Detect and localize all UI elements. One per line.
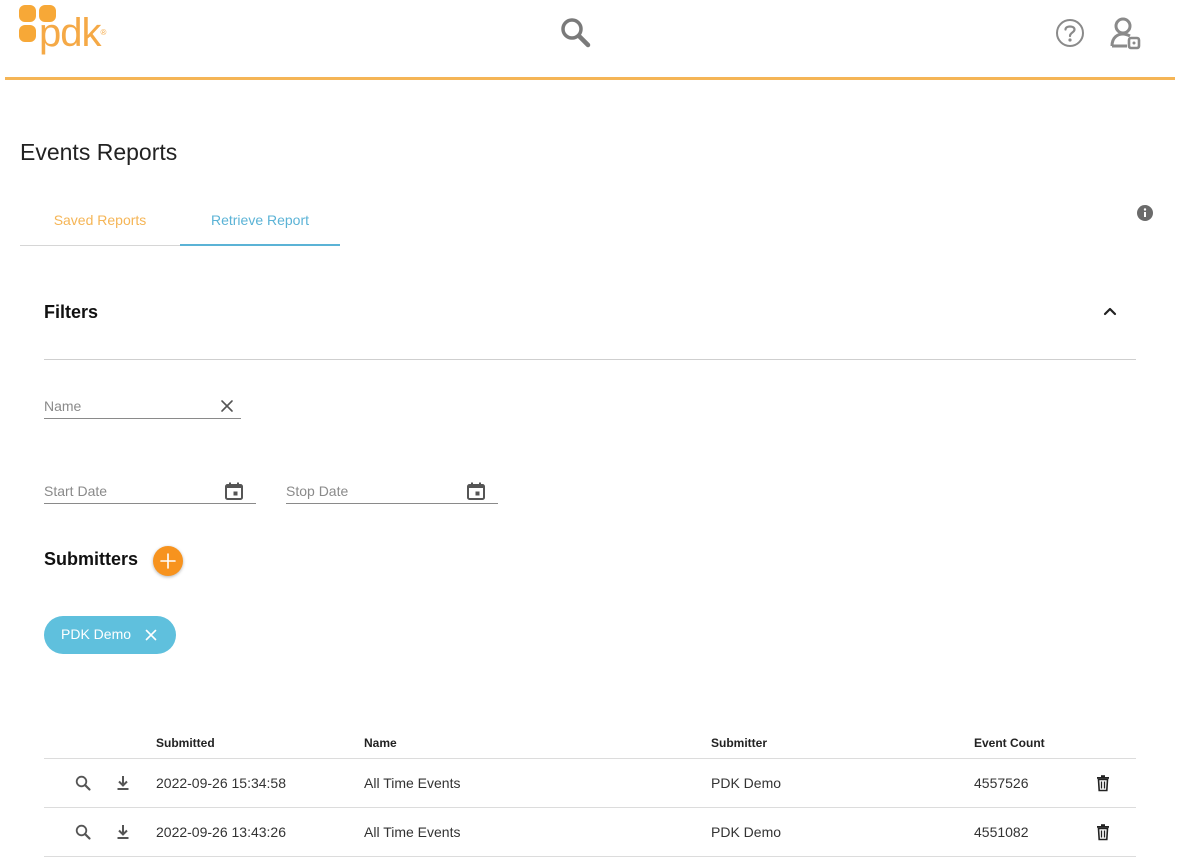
calendar-icon[interactable]: [466, 481, 486, 501]
filters-divider: [44, 359, 1136, 360]
close-icon[interactable]: [143, 627, 159, 643]
top-bar: pdk®: [0, 0, 1187, 80]
filters-title: Filters: [44, 302, 99, 322]
submitters-title: Submitters: [44, 549, 139, 569]
column-header-submitted[interactable]: Submitted: [156, 736, 215, 750]
cell-submitted: 2022-09-26 15:34:58: [156, 775, 286, 791]
calendar-icon[interactable]: [224, 481, 244, 501]
trash-icon[interactable]: [1094, 823, 1112, 841]
column-header-event-count[interactable]: Event Count: [974, 736, 1045, 750]
tab-saved-reports[interactable]: Saved Reports: [20, 200, 180, 246]
table-row: 2022-09-26 15:34:58 All Time Events PDK …: [44, 759, 1136, 808]
logo-text: pdk®: [39, 11, 106, 55]
page-title: Events Reports: [20, 139, 178, 165]
header-divider: [5, 77, 1175, 80]
view-report-search-icon[interactable]: [74, 823, 92, 841]
name-input[interactable]: [44, 395, 241, 417]
add-submitter-button[interactable]: [153, 546, 183, 576]
cell-name: All Time Events: [364, 775, 461, 791]
view-report-search-icon[interactable]: [74, 774, 92, 792]
table-row: 2022-09-26 13:43:26 All Time Events PDK …: [44, 808, 1136, 857]
column-header-name[interactable]: Name: [364, 736, 397, 750]
report-tabs: Saved Reports Retrieve Report: [20, 200, 340, 246]
name-field: [44, 395, 241, 419]
cell-submitter: PDK Demo: [711, 824, 782, 840]
cell-submitted: 2022-09-26 13:43:26: [156, 824, 286, 840]
column-header-submitter[interactable]: Submitter: [711, 736, 767, 750]
trash-icon[interactable]: [1094, 774, 1112, 792]
start-date-field: [44, 480, 256, 504]
download-icon[interactable]: [114, 774, 132, 792]
clear-name-icon[interactable]: [217, 396, 237, 416]
chevron-up-icon[interactable]: [1100, 302, 1120, 322]
plus-icon: [160, 553, 176, 569]
cell-event-count: 4557526: [974, 775, 1029, 791]
cell-event-count: 4551082: [974, 824, 1029, 840]
table-header: Submitted Name Submitter Event Count: [44, 726, 1136, 759]
info-icon[interactable]: [1136, 204, 1154, 222]
search-icon[interactable]: [558, 15, 592, 49]
chip-label: PDK Demo: [61, 626, 132, 642]
cell-name: All Time Events: [364, 824, 461, 840]
cell-submitter: PDK Demo: [711, 775, 782, 791]
tab-retrieve-report[interactable]: Retrieve Report: [180, 200, 340, 246]
help-icon[interactable]: [1053, 16, 1087, 50]
user-settings-icon[interactable]: [1108, 15, 1144, 51]
pdk-logo[interactable]: pdk®: [19, 5, 109, 57]
download-icon[interactable]: [114, 823, 132, 841]
stop-date-field: [286, 480, 498, 504]
